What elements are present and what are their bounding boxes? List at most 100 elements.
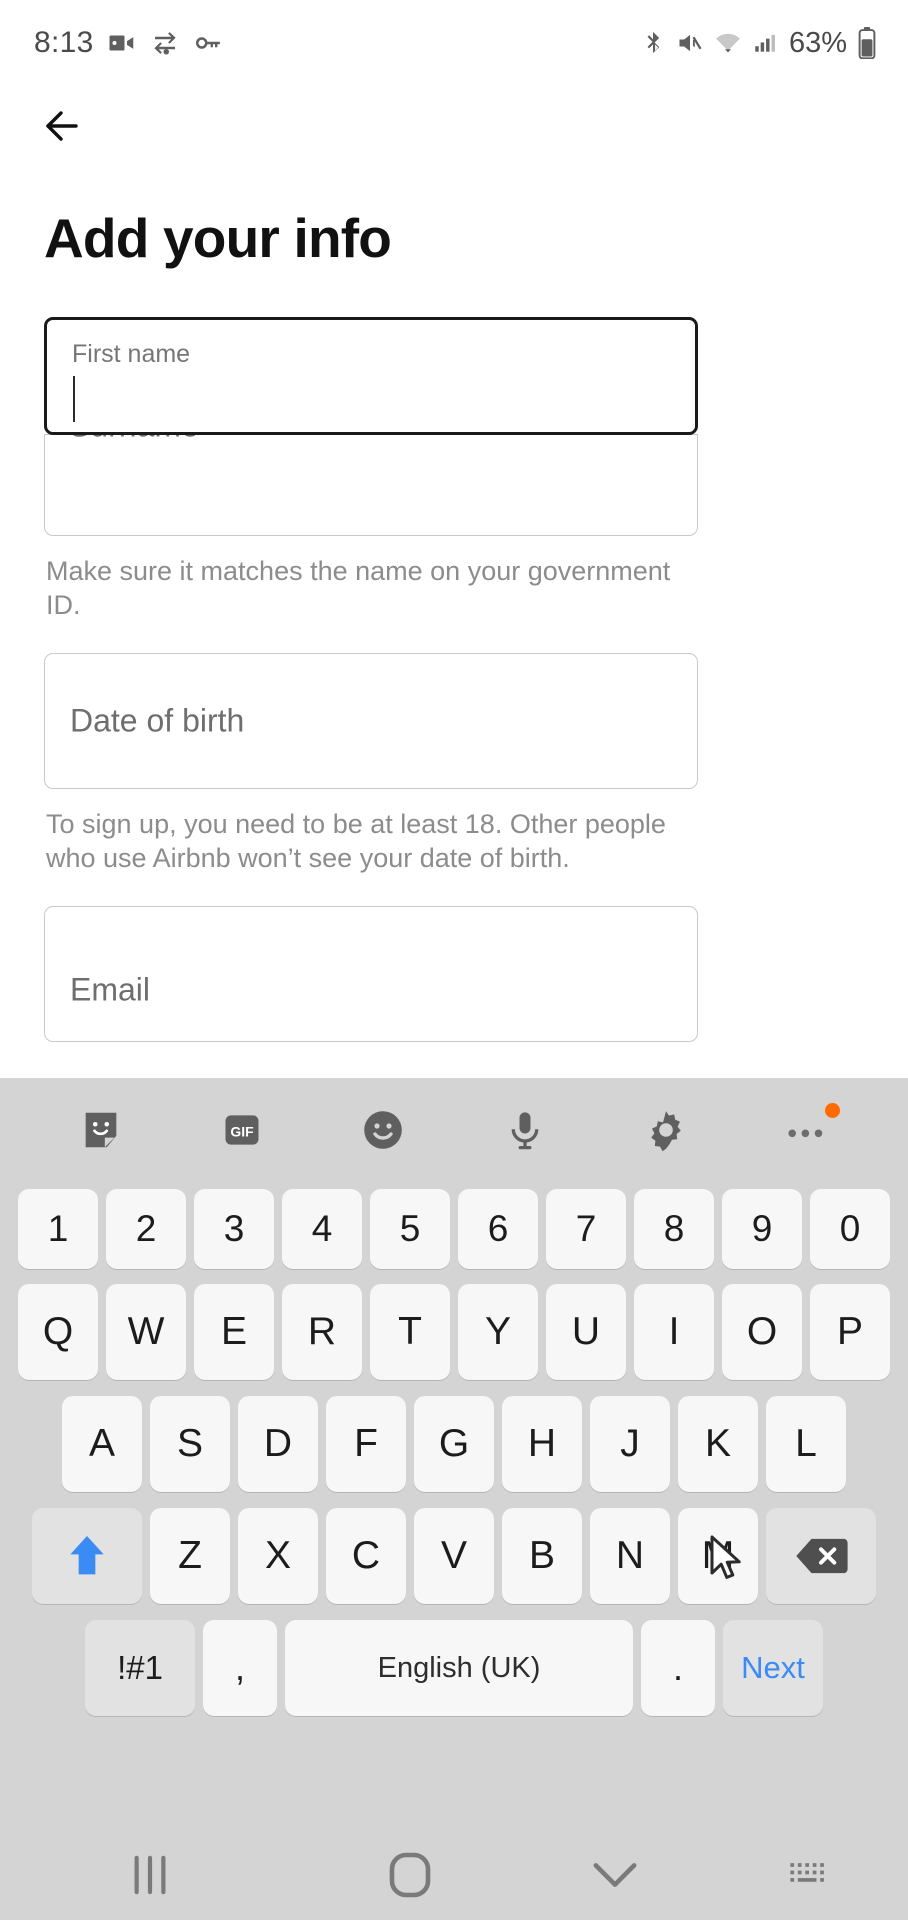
app-header bbox=[0, 86, 908, 166]
date-of-birth-placeholder: Date of birth bbox=[70, 702, 245, 739]
keyboard-switch-icon bbox=[790, 1863, 824, 1882]
key-m[interactable]: M bbox=[678, 1508, 758, 1604]
key-r[interactable]: R bbox=[282, 1284, 362, 1380]
date-of-birth-input[interactable]: Date of birth bbox=[44, 652, 698, 789]
surname-input[interactable]: Surname bbox=[44, 408, 698, 536]
home-button[interactable] bbox=[300, 1830, 520, 1920]
first-name-label: First name bbox=[72, 339, 191, 368]
status-bar: 8:13 63% bbox=[0, 0, 908, 86]
key-q[interactable]: Q bbox=[18, 1284, 98, 1380]
app-content: Add your info First name Surname Make su… bbox=[0, 86, 908, 1078]
signup-form: First name Surname Make sure it matches … bbox=[0, 316, 908, 1042]
key-t[interactable]: T bbox=[370, 1284, 450, 1380]
key-f[interactable]: F bbox=[326, 1396, 406, 1492]
gif-icon[interactable]: GIF bbox=[205, 1093, 279, 1167]
home-icon bbox=[389, 1852, 431, 1898]
key-7[interactable]: 7 bbox=[546, 1189, 626, 1269]
key-9[interactable]: 9 bbox=[722, 1189, 802, 1269]
status-bar-right: 63% bbox=[639, 27, 878, 60]
recents-button[interactable] bbox=[0, 1830, 300, 1920]
arrow-left-icon bbox=[46, 111, 78, 141]
backspace-icon bbox=[796, 1538, 848, 1574]
key-p[interactable]: P bbox=[810, 1284, 890, 1380]
comma-key[interactable]: , bbox=[203, 1620, 277, 1716]
keyboard-number-row: 1 2 3 4 5 6 7 8 9 0 bbox=[6, 1182, 902, 1276]
switch-keyboard-button[interactable] bbox=[710, 1830, 908, 1920]
gear-icon[interactable] bbox=[629, 1093, 703, 1167]
chevron-down-icon bbox=[593, 1863, 637, 1887]
key-n[interactable]: N bbox=[590, 1508, 670, 1604]
key-u[interactable]: U bbox=[546, 1284, 626, 1380]
camera-recording-icon bbox=[107, 28, 137, 58]
key-x[interactable]: X bbox=[238, 1508, 318, 1604]
key-s[interactable]: S bbox=[150, 1396, 230, 1492]
battery-percent: 63% bbox=[788, 26, 847, 59]
key-l[interactable]: L bbox=[766, 1396, 846, 1492]
key-5[interactable]: 5 bbox=[370, 1189, 450, 1269]
symbols-key[interactable]: !#1 bbox=[85, 1620, 195, 1716]
wifi-icon bbox=[713, 29, 743, 57]
bluetooth-icon bbox=[639, 29, 667, 57]
cellular-signal-icon bbox=[752, 29, 778, 57]
status-clock: 8:13 bbox=[34, 26, 94, 59]
back-button[interactable] bbox=[38, 98, 94, 154]
key-3[interactable]: 3 bbox=[194, 1189, 274, 1269]
battery-icon bbox=[856, 27, 878, 59]
email-input[interactable]: Email bbox=[44, 905, 698, 1042]
svg-text:GIF: GIF bbox=[230, 1124, 253, 1140]
keyboard-home-row: A S D F G H J K L bbox=[6, 1388, 902, 1500]
key-0[interactable]: 0 bbox=[810, 1189, 890, 1269]
backspace-key[interactable] bbox=[766, 1508, 876, 1604]
vpn-key-sync-icon bbox=[150, 28, 180, 58]
keyboard-rows: 1 2 3 4 5 6 7 8 9 0 Q W E R T Y U I O P … bbox=[0, 1182, 908, 1724]
key-o[interactable]: O bbox=[722, 1284, 802, 1380]
key-g[interactable]: G bbox=[414, 1396, 494, 1492]
key-c[interactable]: C bbox=[326, 1508, 406, 1604]
next-key[interactable]: Next bbox=[723, 1620, 823, 1716]
key-k[interactable]: K bbox=[678, 1396, 758, 1492]
key-1[interactable]: 1 bbox=[18, 1189, 98, 1269]
key-e[interactable]: E bbox=[194, 1284, 274, 1380]
email-placeholder: Email bbox=[70, 971, 151, 1008]
mute-icon bbox=[676, 29, 704, 57]
shift-key[interactable] bbox=[32, 1508, 142, 1604]
key-2[interactable]: 2 bbox=[106, 1189, 186, 1269]
key-a[interactable]: A bbox=[62, 1396, 142, 1492]
mouse-cursor-icon bbox=[710, 1535, 746, 1593]
more-options-icon[interactable] bbox=[770, 1093, 844, 1167]
key-y[interactable]: Y bbox=[458, 1284, 538, 1380]
keyboard-function-row: !#1 , English (UK) . Next bbox=[6, 1612, 902, 1724]
recents-icon bbox=[134, 1855, 166, 1895]
period-key[interactable]: . bbox=[641, 1620, 715, 1716]
first-name-input[interactable]: First name bbox=[44, 316, 698, 435]
sticker-icon[interactable] bbox=[64, 1093, 138, 1167]
key-8[interactable]: 8 bbox=[634, 1189, 714, 1269]
key-w[interactable]: W bbox=[106, 1284, 186, 1380]
key-d[interactable]: D bbox=[238, 1396, 318, 1492]
hide-keyboard-button[interactable] bbox=[520, 1830, 710, 1920]
shift-arrow-icon bbox=[70, 1536, 104, 1575]
key-z[interactable]: Z bbox=[150, 1508, 230, 1604]
key-i[interactable]: I bbox=[634, 1284, 714, 1380]
on-screen-keyboard: GIF 1 2 3 4 5 6 7 8 9 0 Q W E R T Y U I … bbox=[0, 1078, 908, 1830]
status-bar-left: 8:13 bbox=[34, 26, 223, 60]
keyboard-toolbar: GIF bbox=[0, 1078, 908, 1182]
key-6[interactable]: 6 bbox=[458, 1189, 538, 1269]
name-field-group: First name Surname bbox=[44, 316, 698, 536]
keyboard-bottom-letter-row: Z X C V B N M bbox=[6, 1500, 902, 1612]
name-helper-text: Make sure it matches the name on your go… bbox=[46, 555, 671, 621]
microphone-icon[interactable] bbox=[488, 1093, 562, 1167]
emoji-icon[interactable] bbox=[346, 1093, 420, 1167]
key-h[interactable]: H bbox=[502, 1396, 582, 1492]
key-icon bbox=[193, 28, 223, 58]
key-4[interactable]: 4 bbox=[282, 1189, 362, 1269]
space-key[interactable]: English (UK) bbox=[285, 1620, 633, 1716]
key-v[interactable]: V bbox=[414, 1508, 494, 1604]
page-title: Add your info bbox=[44, 207, 392, 269]
key-b[interactable]: B bbox=[502, 1508, 582, 1604]
system-navigation-bar bbox=[0, 1830, 908, 1920]
keyboard-top-row: Q W E R T Y U I O P bbox=[6, 1276, 902, 1388]
key-j[interactable]: J bbox=[590, 1396, 670, 1492]
